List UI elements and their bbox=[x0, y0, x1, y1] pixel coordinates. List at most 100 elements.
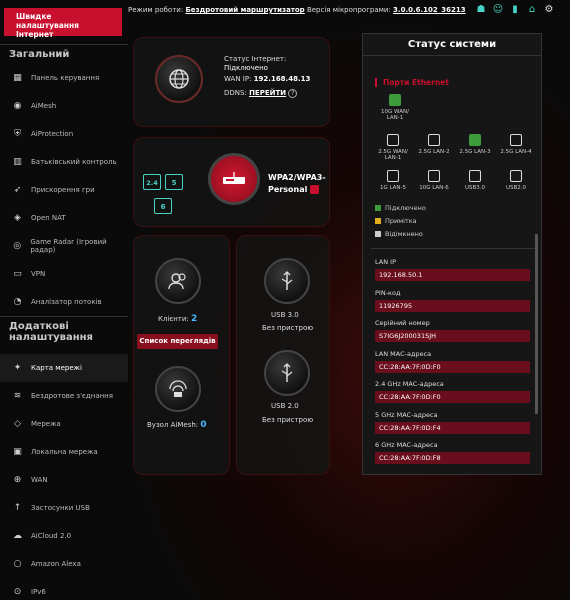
ethernet-port[interactable]: USB2.0 bbox=[496, 170, 536, 191]
person-icon[interactable]: ☺ bbox=[492, 4, 504, 16]
system-status-panel: Статус системи Порти Ethernet 10G WAN/ L… bbox=[362, 33, 542, 475]
legend-label: Примітка bbox=[385, 217, 417, 225]
alexa-icon: ○ bbox=[13, 559, 22, 569]
info-value: CC:28:AA:7F:0D:F0 bbox=[375, 360, 530, 373]
sidebar-item[interactable]: ▦ Панель керування bbox=[0, 64, 128, 92]
legend-item: Примітка bbox=[375, 217, 417, 225]
info-value: CC:28:AA:7F:0D:F4 bbox=[375, 421, 530, 434]
notification-icon[interactable]: ⌂ bbox=[526, 4, 538, 16]
sidebar-item[interactable]: ⊕ WAN bbox=[0, 466, 128, 494]
sidebar-item[interactable]: ▣ Локальна мережа bbox=[0, 438, 128, 466]
sidebar-item[interactable]: ◈ Open NAT bbox=[0, 204, 128, 232]
sidebar-item[interactable]: ▥ Батьківський контроль bbox=[0, 148, 128, 176]
sidebar-item[interactable]: ⛨ AiProtection bbox=[0, 120, 128, 148]
sidebar-item[interactable]: ○ Amazon Alexa bbox=[0, 550, 128, 578]
sidebar-item[interactable]: ◔ Аналізатор потоків bbox=[0, 288, 128, 316]
legend-item: Підключено bbox=[375, 204, 426, 212]
info-label: 6 GHz MAC-адреса bbox=[375, 441, 438, 449]
internet-globe-button[interactable] bbox=[155, 55, 203, 103]
usb-status-icon[interactable]: ▮ bbox=[509, 4, 521, 16]
ethernet-port[interactable]: 2.5G LAN-2 bbox=[414, 134, 454, 155]
top-icons: ☗ ☺ ▮ ⌂ ⚙ bbox=[475, 4, 555, 16]
divider bbox=[371, 248, 535, 249]
sidebar-item[interactable]: ✦ Карта мережі bbox=[0, 354, 128, 382]
clients-count[interactable]: 2 bbox=[191, 314, 197, 324]
legend-swatch bbox=[375, 231, 381, 237]
usb3-name: USB 3.0 bbox=[271, 311, 299, 319]
sidebar-item[interactable]: ⊙ IPv6 bbox=[0, 578, 128, 600]
quick-setup-label: Швидке налаштування Інтернет bbox=[16, 12, 79, 39]
ddns-go-link[interactable]: ПЕРЕЙТИ bbox=[249, 89, 286, 97]
ethernet-port-icon bbox=[389, 94, 401, 106]
usb2-status: Без пристрою bbox=[262, 416, 314, 424]
ddns-row: DDNS: ПЕРЕЙТИ ? bbox=[224, 89, 298, 98]
ethernet-port[interactable]: USB3.0 bbox=[455, 170, 495, 191]
port-label: 2.5G LAN-3 bbox=[459, 149, 491, 155]
band-24-icon[interactable]: 2.4 bbox=[143, 174, 161, 190]
aimesh-button[interactable] bbox=[155, 366, 201, 412]
mode-link[interactable]: Бездротовий маршрутизатор bbox=[185, 6, 304, 14]
port-label: 2.5G WAN/ LAN-1 bbox=[378, 149, 408, 161]
band-6-icon[interactable]: 6 bbox=[154, 198, 172, 214]
port-wan[interactable]: 10G WAN/ LAN-1 bbox=[375, 94, 415, 121]
sidebar-item[interactable]: ➶ Прискорення гри bbox=[0, 176, 128, 204]
sidebar-item-label: Game Radar (Ігровий радар) bbox=[30, 238, 107, 254]
ethernet-ports-title: Порти Ethernet bbox=[375, 78, 449, 87]
info-label: 2.4 GHz MAC-адреса bbox=[375, 380, 444, 388]
sidebar-item[interactable]: ◉ AiMesh bbox=[0, 92, 128, 120]
aimesh-icon bbox=[169, 380, 187, 397]
usb2-button[interactable] bbox=[264, 350, 310, 396]
operation-mode: Режим роботи: Бездротовий маршрутизатор … bbox=[128, 6, 466, 14]
sidebar-item-label: AiCloud 2.0 bbox=[31, 532, 72, 540]
sidebar-item[interactable]: ≋ Бездротове з'єднання bbox=[0, 382, 128, 410]
sidebar-item-label: Застосунки USB bbox=[31, 504, 90, 512]
lock-icon bbox=[310, 185, 320, 194]
usb3-button[interactable] bbox=[264, 258, 310, 304]
wireless-security-label: WPA2/WPA3-Personal bbox=[268, 172, 330, 196]
sidebar-item-label: Бездротове з'єднання bbox=[31, 392, 113, 400]
sidebar-item[interactable]: ◇ Мережа bbox=[0, 410, 128, 438]
firmware-link[interactable]: 3.0.0.6.102_36213 bbox=[393, 6, 466, 14]
sidebar-item-label: VPN bbox=[31, 270, 46, 278]
scrollbar[interactable] bbox=[535, 234, 538, 414]
sidebar-item[interactable]: ↑ Застосунки USB bbox=[0, 494, 128, 522]
legend-item: Відімкнено bbox=[375, 230, 423, 238]
quick-internet-setup-button[interactable]: Швидке налаштування Інтернет bbox=[4, 8, 122, 39]
sidebar-item[interactable]: ▭ VPN bbox=[0, 260, 128, 288]
sidebar-item-label: Open NAT bbox=[31, 214, 66, 222]
ethernet-port-icon bbox=[510, 134, 522, 146]
clients-button[interactable] bbox=[155, 258, 201, 304]
ethernet-port[interactable]: 2.5G WAN/ LAN-1 bbox=[373, 134, 413, 161]
sidebar-item-label: AiProtection bbox=[31, 130, 74, 138]
port-label: 2.5G LAN-2 bbox=[418, 149, 450, 155]
sidebar-item-label: IPv6 bbox=[31, 588, 46, 596]
sidebar-item-label: Карта мережі bbox=[31, 364, 82, 372]
legend-label: Відімкнено bbox=[385, 230, 423, 238]
globe-icon: ⊕ bbox=[13, 475, 22, 485]
sidebar-item-label: Мережа bbox=[31, 420, 61, 428]
internet-status-value: Підключено bbox=[224, 64, 268, 72]
view-list-button[interactable]: Список переглядів bbox=[137, 334, 218, 349]
router-button[interactable] bbox=[208, 153, 260, 205]
sidebar-item[interactable]: ◎ Game Radar (Ігровий радар) bbox=[0, 232, 128, 260]
ethernet-port-icon bbox=[469, 134, 481, 146]
sidebar-item[interactable]: ☁ AiCloud 2.0 bbox=[0, 522, 128, 550]
aimesh-count[interactable]: 0 bbox=[200, 420, 206, 430]
ethernet-port[interactable]: 10G LAN-6 bbox=[414, 170, 454, 191]
gamepad-icon[interactable]: ☗ bbox=[475, 4, 487, 16]
gear-icon[interactable]: ⚙ bbox=[543, 4, 555, 16]
sidebar: Загальний ▦ Панель керування ◉ AiMesh ⛨ AiPro… bbox=[0, 40, 128, 600]
ethernet-port[interactable]: 1G LAN-5 bbox=[373, 170, 413, 191]
ethernet-port[interactable]: 2.5G LAN-3 bbox=[455, 134, 495, 155]
ethernet-port[interactable]: 2.5G LAN-4 bbox=[496, 134, 536, 155]
wan-ip-label: WAN IP: bbox=[224, 75, 252, 83]
sidebar-item-label: Прискорення гри bbox=[31, 186, 95, 194]
info-label: Серійний номер bbox=[375, 319, 430, 327]
band-5-icon[interactable]: 5 bbox=[165, 174, 183, 190]
help-icon[interactable]: ? bbox=[288, 89, 298, 98]
legend-label: Підключено bbox=[385, 204, 426, 212]
wan-ip-row: WAN IP: 192.168.48.13 bbox=[224, 75, 310, 83]
info-label: PIN-код bbox=[375, 288, 401, 297]
ethernet-port-icon bbox=[469, 170, 481, 182]
system-status-title: Статус системи bbox=[363, 34, 541, 56]
